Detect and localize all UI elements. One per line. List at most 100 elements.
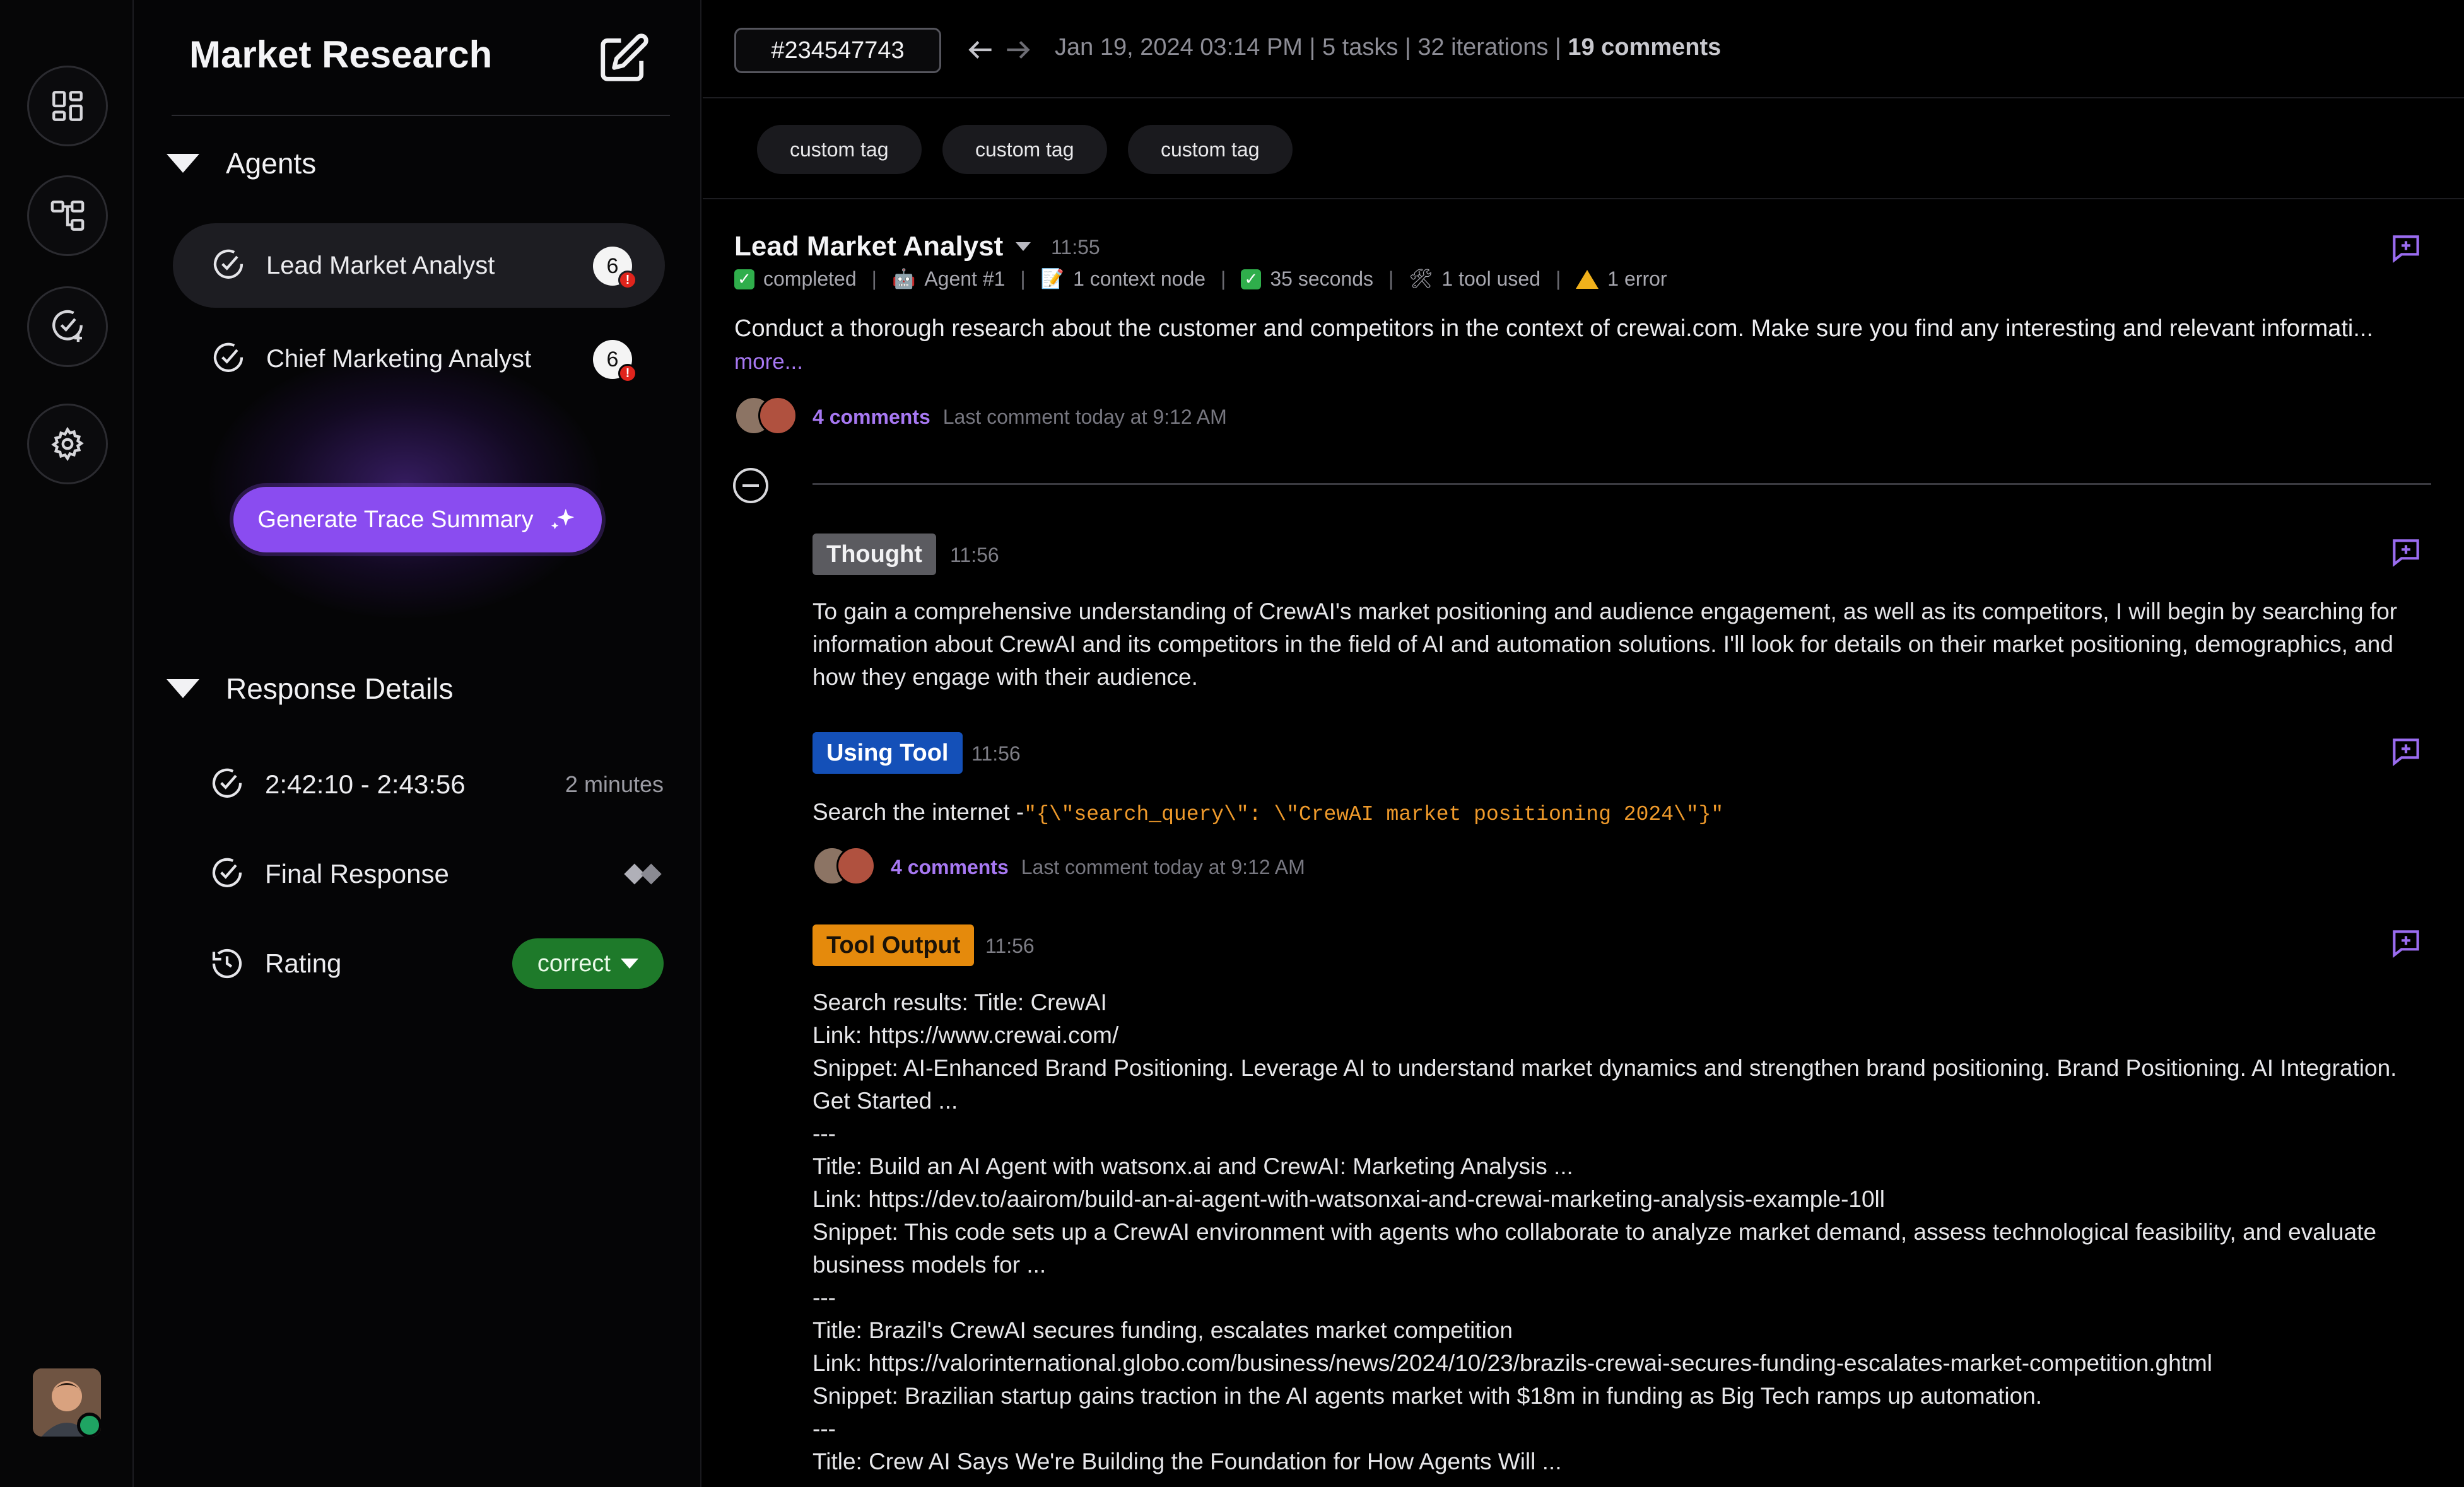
commenter-avatars: [734, 396, 804, 438]
thought-text: To gain a comprehensive understanding of…: [813, 598, 2398, 690]
task-agent-name: Lead Market Analyst: [734, 231, 1004, 262]
check-circle-icon: [213, 342, 243, 372]
output-line: Title: Brazil's CrewAI secures funding, …: [813, 1317, 1513, 1343]
agents-section-toggle[interactable]: Agents: [167, 146, 316, 180]
avatar: [836, 846, 876, 885]
tools-icon: 🛠: [1409, 269, 1433, 289]
last-comment: Last comment today at 9:12 AM: [942, 405, 1227, 428]
thought-time: 11:56: [950, 544, 999, 566]
output-time: 11:56: [985, 935, 1035, 957]
arrow-left-icon[interactable]: [965, 34, 997, 66]
trace-sidebar: Market Research Agents Lead Market Analy…: [134, 0, 701, 1487]
output-line: Title: Crew AI Says We're Building the F…: [813, 1449, 1562, 1474]
settings-nav-button[interactable]: [27, 404, 108, 484]
check-add-icon: [52, 310, 83, 342]
output-line: Link: https://dev.to/aairom/build-an-ai-…: [813, 1186, 1885, 1212]
agent-count-badge: 6 !: [593, 340, 637, 383]
check-box-icon: ✓: [1241, 269, 1262, 289]
output-line: Link: https://www.crewai.com/: [813, 1022, 1119, 1048]
collapse-steps-button[interactable]: [733, 468, 768, 503]
custom-tag[interactable]: custom tag: [757, 125, 922, 174]
steps-divider: [813, 483, 2431, 485]
tool-comments[interactable]: 4 comments Last comment today at 9:12 AM: [813, 846, 1305, 888]
comments-count: 4 comments: [891, 855, 1009, 878]
output-line: Snippet: Brazilian startup gains tractio…: [813, 1383, 2043, 1409]
error-indicator: !: [618, 271, 637, 289]
avatar: [758, 396, 797, 435]
custom-tag[interactable]: custom tag: [942, 125, 1107, 174]
trace-tasks: 5 tasks: [1322, 34, 1399, 61]
meta-separator: |: [1309, 34, 1316, 61]
check-circle-icon: [213, 249, 243, 279]
sidebar-divider: [172, 115, 670, 116]
time-range: 2:42:10 - 2:43:56: [265, 769, 466, 799]
final-response-row[interactable]: Final Response: [209, 849, 664, 899]
caret-down-icon: [167, 679, 199, 698]
robot-icon: 🤖: [891, 269, 916, 289]
last-comment: Last comment today at 9:12 AM: [1021, 855, 1305, 878]
custom-tag[interactable]: custom tag: [1128, 125, 1293, 174]
using-tool-label: Using Tool: [813, 732, 963, 774]
task-duration: 35 seconds: [1270, 267, 1374, 290]
meta-separator: |: [1388, 267, 1394, 290]
agent-count-badge: 6 !: [593, 247, 637, 289]
rating-select[interactable]: correct: [512, 938, 664, 989]
dashboard-nav-button[interactable]: [27, 66, 108, 146]
caret-down-icon: [167, 154, 199, 173]
trace-meta: Jan 19, 2024 03:14 PM | 5 tasks | 32 ite…: [1055, 34, 1721, 61]
meta-separator: |: [1020, 267, 1026, 290]
meta-separator: |: [1404, 34, 1411, 61]
output-line: Snippet: This code sets up a CrewAI envi…: [813, 1219, 2377, 1278]
badge-count: 6: [606, 254, 619, 278]
add-comment-icon[interactable]: [2388, 535, 2424, 570]
output-line: Snippet: AI-Enhanced Brand Positioning. …: [813, 1055, 2397, 1114]
edit-icon: [601, 33, 648, 81]
output-line: Search results: Title: CrewAI: [813, 989, 1107, 1015]
meta-separator: |: [1221, 267, 1226, 290]
trace-main: #234547743 Jan 19, 2024 03:14 PM | 5 tas…: [703, 0, 2464, 1487]
hierarchy-nav-button[interactable]: [27, 175, 108, 256]
rating-value: correct: [537, 950, 611, 977]
gear-icon: [51, 426, 84, 462]
icon-rail: [0, 0, 134, 1487]
rating-row: Rating correct: [209, 938, 664, 989]
arrow-right-icon[interactable]: [1002, 34, 1033, 66]
agent-item-chief-marketing-analyst[interactable]: Chief Marketing Analyst 6 !: [173, 317, 665, 401]
task-description: Conduct a thorough research about the cu…: [734, 315, 2374, 342]
caret-down-icon: [1016, 242, 1031, 251]
rating-label: Rating: [265, 948, 342, 978]
output-line: ---: [813, 1416, 836, 1442]
final-response-label: Final Response: [265, 859, 449, 889]
dashboard-icon: [52, 91, 83, 121]
generate-trace-summary-button[interactable]: Generate Trace Summary: [233, 487, 602, 552]
user-avatar[interactable]: [33, 1368, 101, 1437]
edit-button[interactable]: [593, 28, 654, 89]
trace-comments[interactable]: 19 comments: [1568, 34, 1721, 61]
duration: 2 minutes: [565, 771, 664, 797]
add-comment-icon[interactable]: [2388, 734, 2424, 769]
trace-id[interactable]: #234547743: [734, 28, 941, 73]
more-link[interactable]: more...: [734, 349, 803, 375]
tool-call-args: "{\"search_query\": \"CrewAI market posi…: [1024, 803, 1724, 826]
error-indicator: !: [618, 364, 637, 383]
time-range-row: 2:42:10 - 2:43:56 2 minutes: [209, 759, 664, 810]
memo-icon: 📝: [1040, 269, 1065, 289]
trace-iterations: 32 iterations: [1417, 34, 1549, 61]
task-comments[interactable]: 4 comments Last comment today at 9:12 AM: [734, 396, 1227, 438]
output-line: Title: Build an AI Agent with watsonx.ai…: [813, 1153, 1573, 1179]
tasks-nav-button[interactable]: [27, 286, 108, 367]
response-details-section-toggle[interactable]: Response Details: [167, 672, 454, 706]
task-agent-dropdown[interactable]: Lead Market Analyst: [734, 231, 1031, 262]
add-comment-icon[interactable]: [2388, 231, 2424, 266]
meta-separator: |: [1554, 34, 1561, 61]
response-details-heading: Response Details: [226, 672, 454, 705]
project-title: Market Research: [189, 33, 493, 76]
check-circle-icon: [212, 768, 242, 798]
add-comment-icon[interactable]: [2388, 926, 2424, 961]
warning-icon: [1576, 269, 1599, 289]
agent-item-lead-market-analyst[interactable]: Lead Market Analyst 6 !: [173, 223, 665, 308]
task-time: 11:55: [1051, 236, 1100, 259]
tool-output-text: Search results: Title: CrewAI Link: http…: [813, 986, 2440, 1478]
task-status: completed: [763, 267, 857, 290]
agent-label: Chief Marketing Analyst: [266, 344, 532, 373]
